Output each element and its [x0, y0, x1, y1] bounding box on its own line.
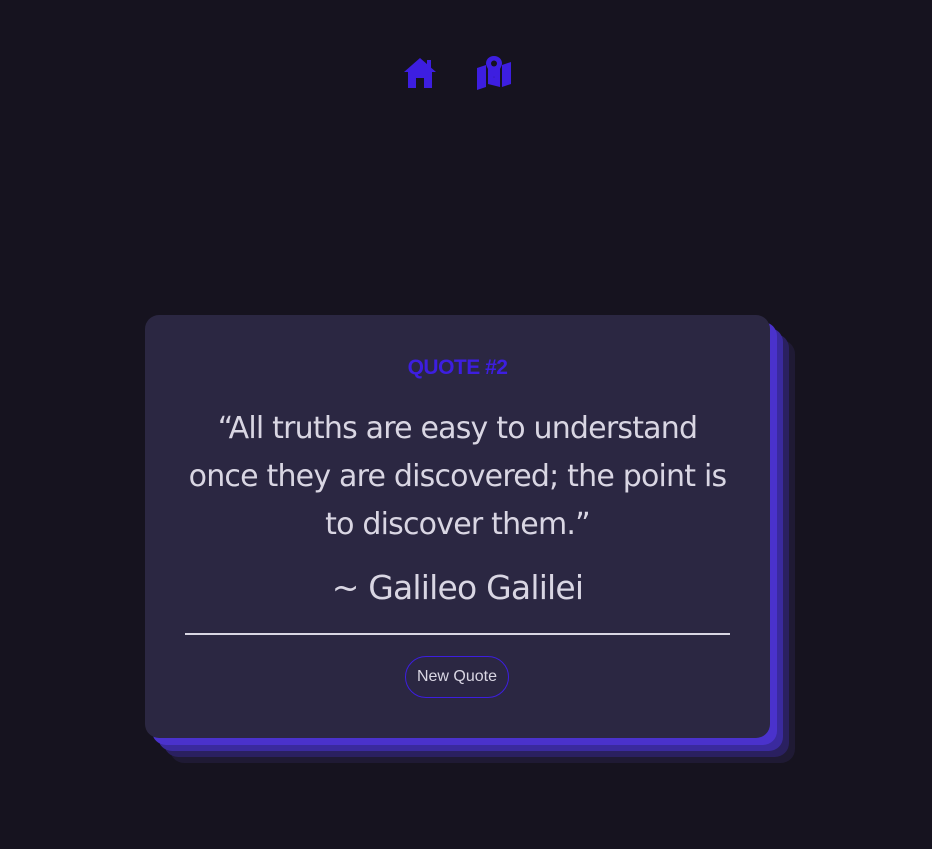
home-icon[interactable]: [402, 56, 438, 90]
new-quote-button[interactable]: New Quote: [405, 656, 509, 698]
quote-author: ~ Galileo Galilei: [331, 568, 584, 607]
quote-card-stack: QUOTE #2 “All truths are easy to underst…: [145, 315, 795, 763]
quote-card: QUOTE #2 “All truths are easy to underst…: [145, 315, 770, 738]
top-nav: [0, 52, 932, 92]
map-location-icon[interactable]: [476, 56, 512, 90]
quote-number: QUOTE #2: [407, 356, 508, 379]
divider: [185, 633, 730, 635]
quote-text: “All truths are easy to understand once …: [188, 411, 728, 542]
